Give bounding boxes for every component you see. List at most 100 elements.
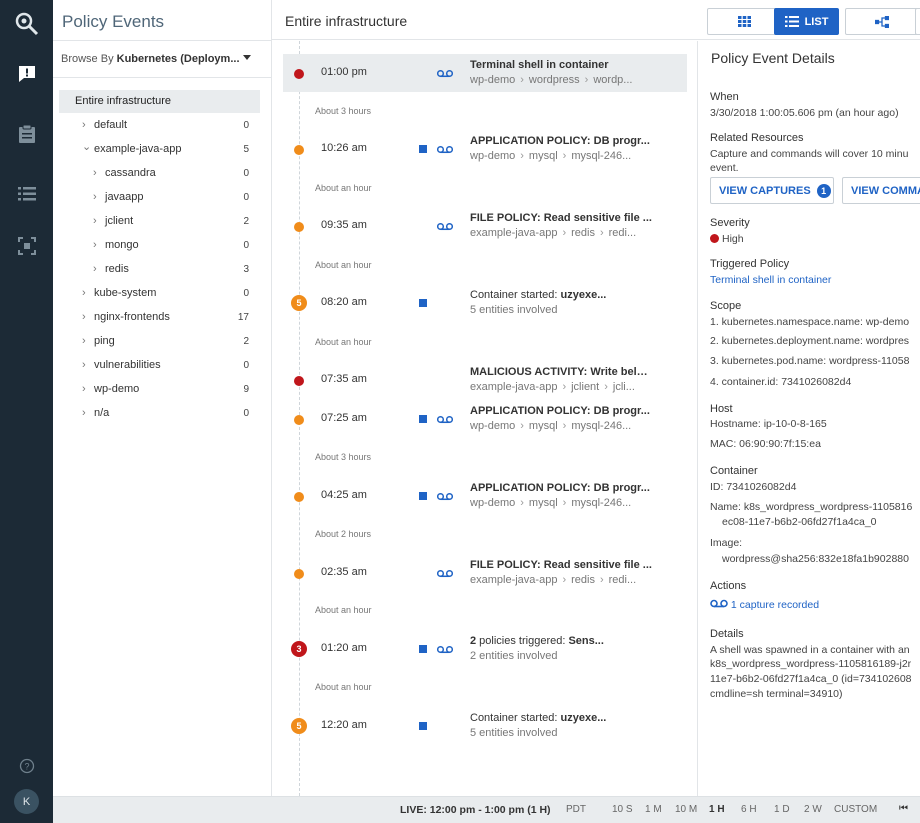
- event-title-text: MALICIOUS ACTIVITY: Write belo...: [470, 366, 652, 378]
- event-count-badge: 3: [291, 641, 307, 657]
- severity-dot-icon: [294, 145, 304, 155]
- event-title: MALICIOUS ACTIVITY: Write belo...: [470, 366, 652, 378]
- recording-icon[interactable]: [436, 643, 454, 657]
- recording-icon[interactable]: [436, 67, 454, 81]
- tree-item-n-a[interactable]: › n/a 0: [82, 403, 272, 423]
- tree-item-javaapp[interactable]: › javaapp 0: [93, 187, 272, 207]
- scope-segment: wordp...: [593, 74, 633, 86]
- recording-icon[interactable]: [436, 220, 454, 234]
- tree-item-jclient[interactable]: › jclient 2: [93, 211, 272, 231]
- timeline-event-row[interactable]: 5 12:20 am Container started: uzyexe... 5 e…: [283, 707, 687, 745]
- container-name-value: Name: k8s_wordpress_wordpress-1105816: [710, 501, 913, 513]
- range-10m[interactable]: 10 M: [675, 804, 697, 815]
- tree-item-cassandra[interactable]: › cassandra 0: [93, 163, 272, 183]
- capture-recorded-link[interactable]: 1 capture recorded: [710, 598, 819, 612]
- recording-icon[interactable]: [436, 567, 454, 581]
- view-commands-button[interactable]: VIEW COMMA: [842, 177, 920, 204]
- scope-segment: mysql-246...: [571, 150, 632, 162]
- event-scope-path: example-java-app › redis › redi...: [470, 227, 637, 239]
- tree-item-wp-demo[interactable]: › wp-demo 9: [82, 379, 272, 399]
- event-count-badge: 5: [291, 295, 307, 311]
- recording-icon[interactable]: [436, 490, 454, 504]
- browse-by-dropdown[interactable]: Browse By Kubernetes (Deploym...: [53, 40, 271, 78]
- event-title-text: APPLICATION POLICY: DB progr...: [470, 482, 650, 494]
- chevron-right-icon[interactable]: ›: [93, 239, 105, 251]
- chevron-right-icon[interactable]: ›: [82, 287, 94, 299]
- hostname-value: Hostname: ip-10-0-8-165: [710, 418, 827, 430]
- image-value: wordpress@sha256:832e18fa1b902880: [722, 553, 909, 565]
- range-2w[interactable]: 2 W: [804, 804, 822, 815]
- timeline-event-row[interactable]: 02:35 am FILE POLICY: Read sensitive file…: [283, 554, 687, 592]
- details-text-line: k8s_wordpress_wordpress-1105816189-j2r: [710, 658, 912, 670]
- tree-item-example-java-app[interactable]: ⌄ example-java-app 5: [82, 139, 272, 159]
- list-icon[interactable]: [0, 174, 53, 214]
- policy-events-icon[interactable]: [0, 54, 53, 94]
- clipboard-icon[interactable]: [0, 114, 53, 154]
- chevron-right-icon[interactable]: ›: [93, 191, 105, 203]
- details-title: Policy Event Details: [711, 50, 835, 66]
- chevron-right-icon[interactable]: ›: [93, 263, 105, 275]
- details-label: Details: [710, 628, 744, 640]
- recording-icon[interactable]: [436, 413, 454, 427]
- scope-segment: wp-demo: [470, 420, 516, 432]
- tree-item-mongo[interactable]: › mongo 0: [93, 235, 272, 255]
- logo-icon[interactable]: [0, 4, 53, 44]
- chevron-right-icon[interactable]: ›: [82, 407, 94, 419]
- tree-item-nginx-frontends[interactable]: › nginx-frontends 17: [82, 307, 272, 327]
- chevron-right-icon[interactable]: ›: [82, 119, 94, 131]
- details-text-line: A shell was spawned in a container with …: [710, 644, 910, 656]
- tree-item-vulnerabilities[interactable]: › vulnerabilities 0: [82, 355, 272, 375]
- scope-segment: example-java-app: [470, 574, 558, 586]
- tree-item-kube-system[interactable]: › kube-system 0: [82, 283, 272, 303]
- when-label: When: [710, 91, 739, 103]
- capture-frame-icon[interactable]: [0, 226, 53, 266]
- timeline-event-row[interactable]: 10:26 am APPLICATION POLICY: DB progr... w…: [283, 130, 687, 168]
- jump-to-start-icon[interactable]: ⏮: [899, 803, 908, 814]
- tree-item-count: 2: [243, 215, 249, 227]
- help-icon[interactable]: ?: [0, 746, 53, 786]
- event-title-text: uzyexe...: [560, 289, 607, 301]
- browse-value: Kubernetes (Deploym...: [116, 53, 240, 65]
- host-square-icon: [419, 299, 427, 307]
- tree-item-label: nginx-frontends: [94, 311, 170, 323]
- triggered-policy-link[interactable]: Terminal shell in container: [710, 273, 831, 287]
- tree-root-item[interactable]: Entire infrastructure: [59, 90, 260, 113]
- view-captures-button[interactable]: VIEW CAPTURES 1: [710, 177, 834, 204]
- user-avatar[interactable]: K: [14, 789, 39, 814]
- recording-icon[interactable]: [436, 143, 454, 157]
- range-1h[interactable]: 1 H: [709, 804, 725, 815]
- event-title: APPLICATION POLICY: DB progr...: [470, 482, 652, 494]
- tree-item-default[interactable]: › default 0: [82, 115, 272, 135]
- timezone-label: PDT: [566, 804, 586, 815]
- capture-recorded-text: 1 capture recorded: [730, 599, 820, 611]
- timeline-event-row[interactable]: 09:35 am FILE POLICY: Read sensitive file…: [283, 207, 687, 245]
- timeline-event-row[interactable]: 3 01:20 am 2 policies triggered: Sens... 2 …: [283, 630, 687, 668]
- range-1m[interactable]: 1 M: [645, 804, 662, 815]
- scope-item: 1. kubernetes.namespace.name: wp-demo: [710, 316, 910, 328]
- range-custom[interactable]: CUSTOM: [834, 804, 877, 815]
- timeline-event-row[interactable]: 01:00 pm Terminal shell in container wp-de…: [283, 54, 687, 92]
- events-timeline: 01:00 pm Terminal shell in container wp-de…: [272, 41, 698, 796]
- chevron-right-icon[interactable]: ›: [82, 311, 94, 323]
- timeline-event-row[interactable]: 04:25 am APPLICATION POLICY: DB progr... w…: [283, 477, 687, 515]
- tree-item-ping[interactable]: › ping 2: [82, 331, 272, 351]
- triggered-policy-label: Triggered Policy: [710, 258, 790, 270]
- timeline-event-row[interactable]: 07:25 am APPLICATION POLICY: DB progr... w…: [283, 400, 687, 438]
- severity-high-icon: [710, 234, 719, 243]
- chevron-right-icon[interactable]: ›: [93, 167, 105, 179]
- chevron-right-icon[interactable]: ›: [93, 215, 105, 227]
- range-10s[interactable]: 10 S: [612, 804, 633, 815]
- tree-item-label: jclient: [105, 215, 134, 227]
- chevron-right-icon[interactable]: ›: [82, 335, 94, 347]
- chevron-right-icon[interactable]: ›: [82, 383, 94, 395]
- timeline-title: Entire infrastructure: [285, 13, 408, 29]
- range-1d[interactable]: 1 D: [774, 804, 790, 815]
- host-square-icon: [419, 145, 427, 153]
- tree-item-redis[interactable]: › redis 3: [93, 259, 272, 279]
- range-6h[interactable]: 6 H: [741, 804, 757, 815]
- chevron-right-icon[interactable]: ›: [82, 359, 94, 371]
- timeline-event-row[interactable]: 5 08:20 am Container started: uzyexe... 5 e…: [283, 284, 687, 322]
- chevron-down-icon[interactable]: ⌄: [82, 140, 94, 153]
- severity-dot-icon: [294, 222, 304, 232]
- timeline-event-row[interactable]: 07:35 am MALICIOUS ACTIVITY: Write belo..…: [283, 361, 687, 399]
